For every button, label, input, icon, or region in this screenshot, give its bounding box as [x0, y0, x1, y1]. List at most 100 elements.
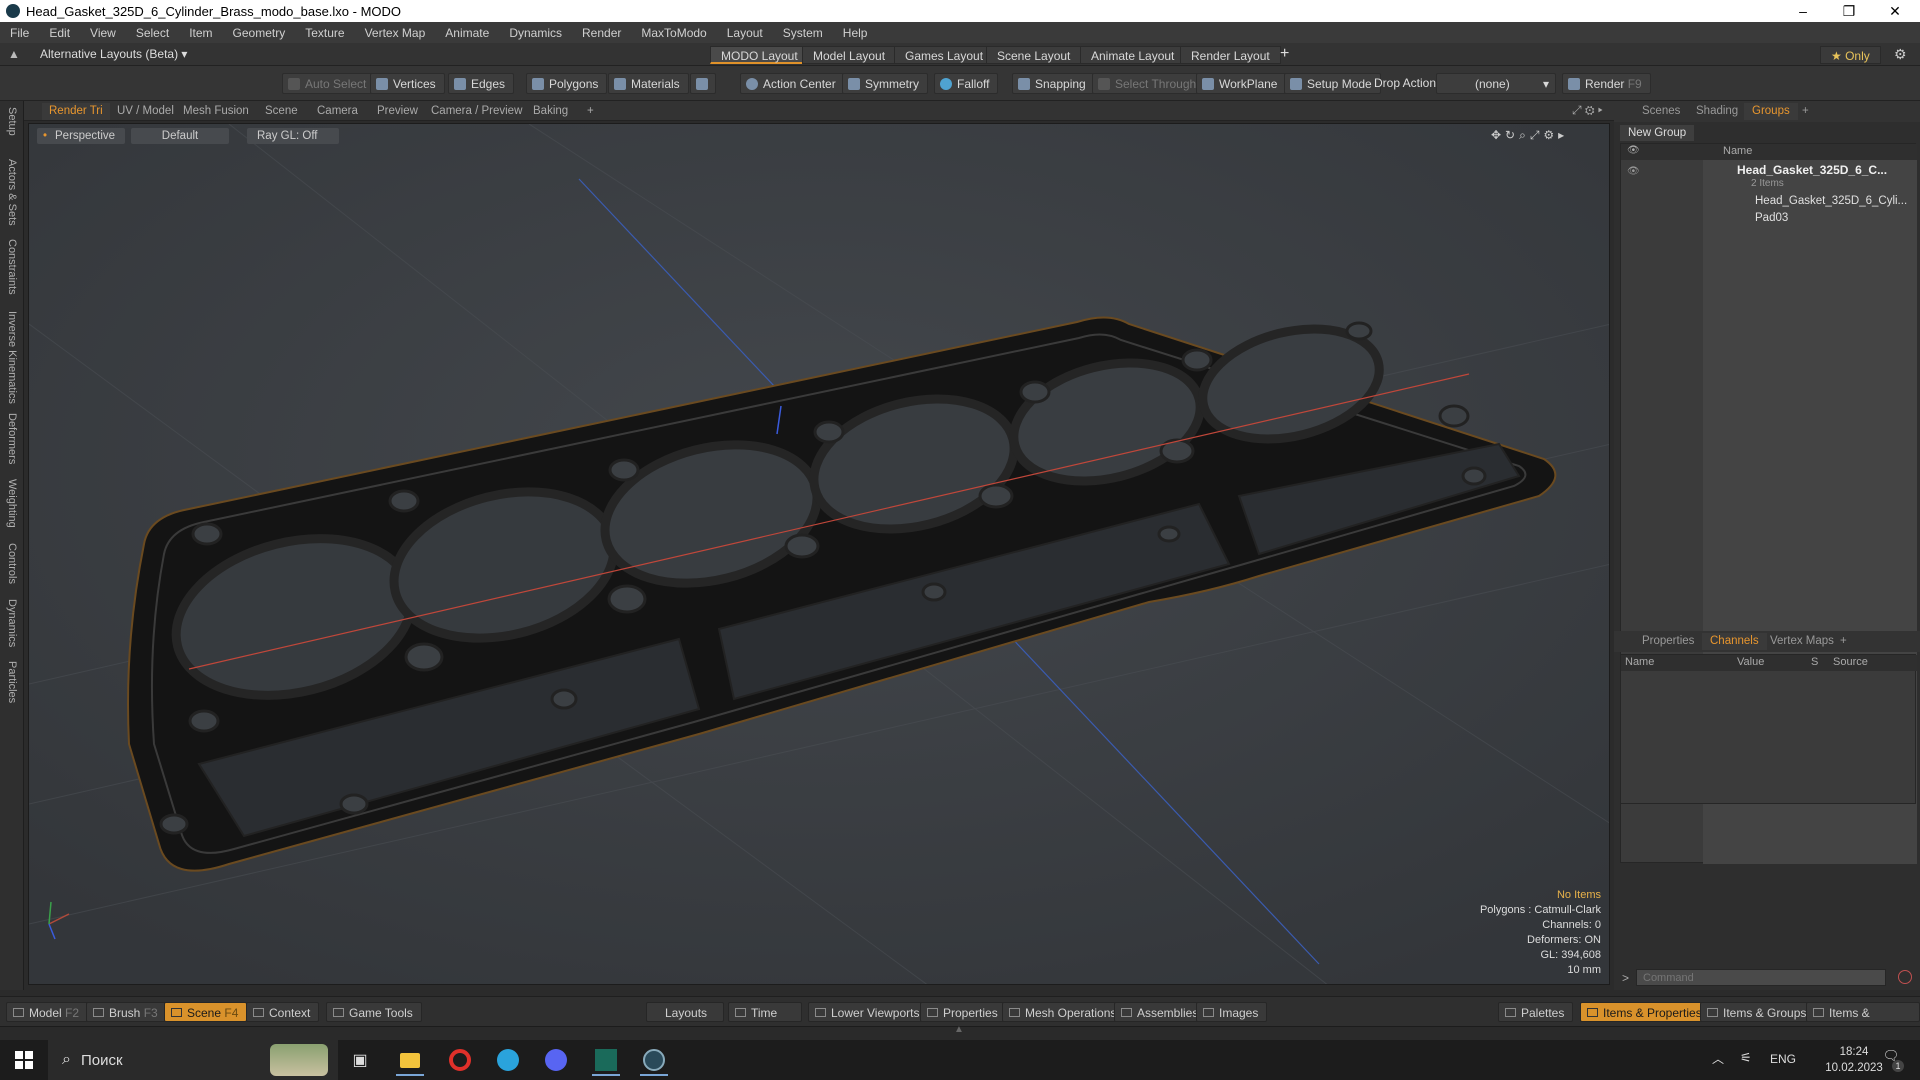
select-through-button[interactable]: Select Through	[1092, 73, 1206, 94]
palettes-button[interactable]: Palettes	[1498, 1002, 1574, 1022]
setup-mode-button[interactable]: Setup Mode	[1284, 73, 1381, 94]
tab-camera[interactable]: Camera	[310, 103, 365, 120]
notifications-icon[interactable]: 🗨 1	[1880, 1048, 1904, 1072]
add-panel-tab[interactable]: +	[1794, 103, 1817, 120]
tab-animate-layout[interactable]: Animate Layout	[1080, 46, 1186, 64]
items-properties-button[interactable]: Items & Properties	[1580, 1002, 1711, 1022]
tab-render-tri[interactable]: Render Tri	[42, 103, 110, 120]
tab-baking[interactable]: Baking	[526, 103, 575, 120]
workplane-button[interactable]: WorkPlane	[1196, 73, 1287, 94]
materials-button[interactable]: Materials	[608, 73, 689, 94]
assemblies-button[interactable]: Assemblies	[1114, 1002, 1208, 1022]
menu-animate[interactable]: Animate	[435, 26, 499, 40]
tab-camera-preview[interactable]: Camera / Preview	[424, 103, 529, 120]
polygons-button[interactable]: Polygons	[526, 73, 608, 94]
menu-geometry[interactable]: Geometry	[223, 26, 296, 40]
properties-button[interactable]: Properties	[920, 1002, 1007, 1022]
menu-render[interactable]: Render	[572, 26, 631, 40]
maximize-viewport-icon[interactable]: ⤢ ⚙ ▸	[1572, 103, 1603, 118]
collapse-icon[interactable]: ▲	[8, 47, 20, 61]
3d-viewport[interactable]: • Perspective Default Ray GL: Off ✥↻⌕⤢⚙▸ …	[28, 123, 1610, 985]
maximize-button[interactable]: ❐	[1826, 0, 1872, 22]
modo-taskbar-icon[interactable]	[634, 1044, 674, 1076]
side-tab-inverse-kinematics[interactable]: Inverse Kinematics	[6, 311, 18, 404]
brush-button[interactable]: Brush F3	[86, 1002, 167, 1022]
raygl-toggle[interactable]: Ray GL: Off	[247, 128, 339, 144]
discord-icon[interactable]	[536, 1044, 576, 1076]
tray-chevron-icon[interactable]: ︿	[1712, 1050, 1724, 1067]
close-button[interactable]: ✕	[1872, 0, 1918, 22]
tab-groups[interactable]: Groups	[1744, 103, 1798, 120]
falloff-button[interactable]: Falloff	[934, 73, 999, 94]
opera-icon[interactable]	[440, 1044, 480, 1076]
model-button[interactable]: Model F2	[6, 1002, 89, 1022]
tab-model-layout[interactable]: Model Layout	[802, 46, 897, 64]
items-shading-button[interactable]: Items & Shading	[1806, 1002, 1920, 1040]
tab-scene[interactable]: Scene	[258, 103, 305, 120]
menu-item[interactable]: Item	[179, 26, 222, 40]
scene-button[interactable]: Scene F4	[164, 1002, 248, 1022]
tab-vertex-maps[interactable]: Vertex Maps	[1762, 633, 1842, 650]
tab-preview[interactable]: Preview	[370, 103, 425, 120]
eye-icon[interactable]: 👁	[1627, 166, 1640, 177]
context-button[interactable]: Context	[246, 1002, 320, 1022]
time-button[interactable]: Time	[728, 1002, 802, 1022]
items-groups-button[interactable]: Items & Groups	[1700, 1002, 1816, 1022]
file-explorer-icon[interactable]	[390, 1044, 430, 1076]
symmetry-button[interactable]: Symmetry	[842, 73, 928, 94]
lower-viewports-button[interactable]: Lower Viewports	[808, 1002, 929, 1022]
side-tab-deformers[interactable]: Deformers	[6, 413, 18, 464]
tree-item-group[interactable]: Head_Gasket_325D_6_C...	[1737, 163, 1887, 177]
network-icon[interactable]: ⚟	[1740, 1050, 1752, 1066]
menu-system[interactable]: System	[773, 26, 833, 40]
side-tab-constraints[interactable]: Constraints	[6, 239, 18, 295]
menu-vertex-map[interactable]: Vertex Map	[355, 26, 436, 40]
tab-modo-layout[interactable]: MODO Layout	[710, 46, 809, 64]
tab-games-layout[interactable]: Games Layout	[894, 46, 995, 64]
telegram-icon[interactable]	[488, 1044, 528, 1076]
mesh-operations-button[interactable]: Mesh Operations	[1002, 1002, 1126, 1022]
side-tab-controls[interactable]: Controls	[6, 543, 18, 584]
add-layout-button[interactable]: +	[1280, 45, 1289, 63]
menu-layout[interactable]: Layout	[717, 26, 773, 40]
tree-item-pad03[interactable]: Pad03	[1755, 212, 1788, 224]
new-group-button[interactable]: New Group	[1620, 125, 1695, 141]
task-view-icon[interactable]: ▣	[340, 1044, 380, 1076]
tab-uv-model[interactable]: UV / Model	[110, 103, 181, 120]
snap-tool-button[interactable]	[690, 73, 716, 94]
game-tools-button[interactable]: Game Tools	[326, 1002, 422, 1022]
menu-dynamics[interactable]: Dynamics	[499, 26, 572, 40]
tab-shading[interactable]: Shading	[1688, 103, 1746, 120]
menu-select[interactable]: Select	[126, 26, 179, 40]
tab-mesh-fusion[interactable]: Mesh Fusion	[176, 103, 256, 120]
tab-scenes[interactable]: Scenes	[1634, 103, 1688, 120]
add-channels-tab[interactable]: +	[1832, 633, 1855, 650]
drop-action-select[interactable]: (none) ▾	[1436, 73, 1556, 94]
side-tab-setup[interactable]: Setup	[6, 107, 18, 136]
only-button[interactable]: ★ Only	[1820, 46, 1881, 64]
menu-file[interactable]: File	[0, 26, 39, 40]
side-tab-particles[interactable]: Particles	[6, 661, 18, 703]
terminal-app-icon[interactable]	[586, 1044, 626, 1076]
edges-button[interactable]: Edges	[448, 73, 515, 94]
command-input[interactable]	[1636, 969, 1886, 986]
images-button[interactable]: Images	[1196, 1002, 1268, 1022]
minimize-button[interactable]: –	[1780, 0, 1826, 22]
tab-scene-layout[interactable]: Scene Layout	[986, 46, 1082, 64]
menu-texture[interactable]: Texture	[295, 26, 354, 40]
layouts-button[interactable]: Layouts	[646, 1002, 724, 1022]
vertices-button[interactable]: Vertices	[370, 73, 445, 94]
side-tab-dynamics[interactable]: Dynamics	[6, 599, 18, 647]
viewport-nav-icons[interactable]: ✥↻⌕⤢⚙▸	[1491, 128, 1568, 143]
tree-item-mesh[interactable]: Head_Gasket_325D_6_Cyli...	[1755, 195, 1907, 207]
menu-view[interactable]: View	[80, 26, 126, 40]
record-icon[interactable]	[1898, 970, 1912, 984]
taskbar-search-box[interactable]: ⌕ Поиск	[48, 1040, 338, 1080]
windows-start-icon[interactable]	[4, 1044, 44, 1076]
side-tab-weighting[interactable]: Weighting	[6, 479, 18, 528]
shading-dropdown[interactable]: Default	[131, 128, 229, 144]
language-indicator[interactable]: ENG	[1770, 1052, 1796, 1066]
render-button[interactable]: Render F9	[1562, 73, 1651, 94]
menu-help[interactable]: Help	[833, 26, 878, 40]
alt-layouts-dropdown[interactable]: Alternative Layouts (Beta) ▾	[40, 47, 187, 61]
